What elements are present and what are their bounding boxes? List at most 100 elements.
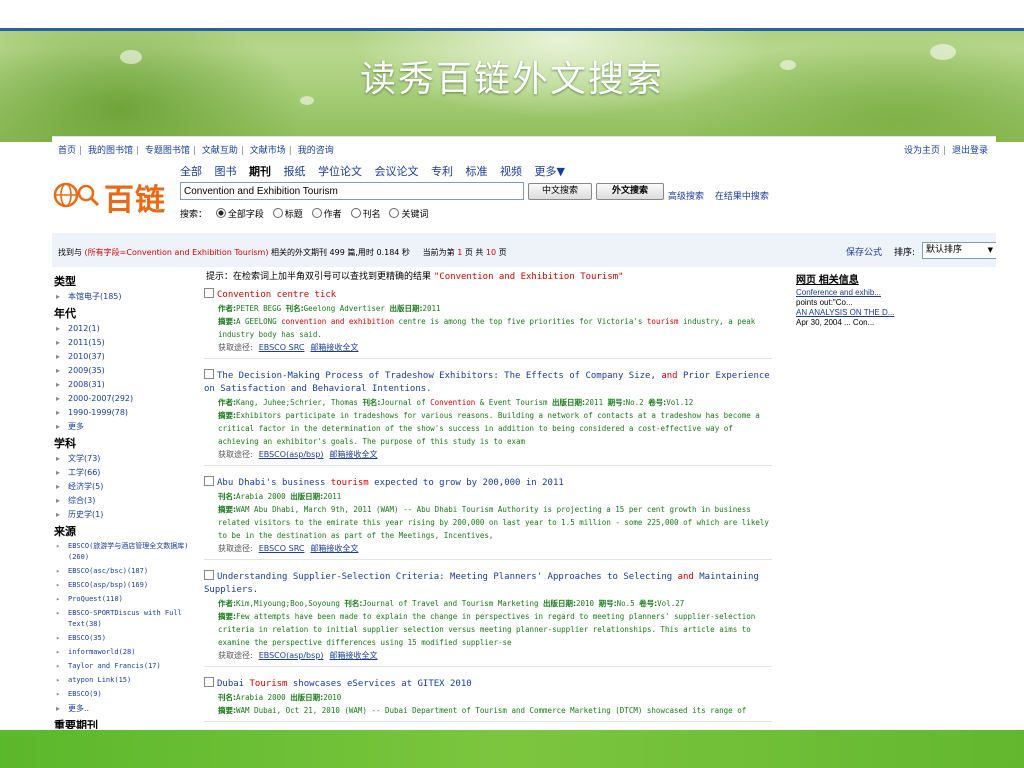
radio-label: 作者 <box>323 210 342 220</box>
radio-title[interactable] <box>272 208 283 218</box>
facet-item[interactable]: 本馆电子(185) <box>56 291 200 302</box>
radio-label: 全部字段 <box>227 210 264 220</box>
nav-link-my-library[interactable]: 我的图书馆 <box>88 146 133 156</box>
facet-item[interactable]: 2008(31) <box>56 379 200 390</box>
tab-more[interactable]: 更多▼ <box>535 165 565 178</box>
title-text: Understanding Supplier-Selection Criteri… <box>217 572 678 582</box>
date-value: 2011 <box>585 398 604 407</box>
advanced-search-link[interactable]: 高级搜索 <box>668 192 704 202</box>
radio-journal[interactable] <box>350 208 361 218</box>
source-link[interactable]: EBSCO(asp/bsp) <box>259 450 324 459</box>
search-input[interactable] <box>180 182 524 200</box>
result-checkbox[interactable] <box>204 570 214 580</box>
result-abstract: 摘要:Few attempts have been made to explai… <box>218 610 772 649</box>
result-title[interactable]: Understanding Supplier-Selection Criteri… <box>204 572 759 595</box>
facet-item[interactable]: ProQuest(110) <box>56 594 200 605</box>
logo-text: 百链 <box>104 183 166 218</box>
logout-link[interactable]: 退出登录 <box>952 146 988 156</box>
tab-patents[interactable]: 专利 <box>431 165 453 178</box>
result-checkbox[interactable] <box>204 476 214 486</box>
tab-books[interactable]: 图书 <box>215 165 237 178</box>
search-within-link[interactable]: 在结果中搜索 <box>715 192 769 202</box>
set-homepage-link[interactable]: 设为主页 <box>904 146 940 156</box>
result-checkbox[interactable] <box>204 369 214 379</box>
journal-value: Arabia 2000 <box>236 693 286 702</box>
source-link[interactable]: EBSCO SRC <box>259 343 305 352</box>
related-link[interactable]: AN ANALYSIS ON THE D... <box>796 308 962 318</box>
result-abstract: 摘要:WAM Abu Dhabi, March 9th, 2011 (WAM) … <box>218 503 772 542</box>
nav-link-doc-help[interactable]: 文献互助 <box>202 146 238 156</box>
tab-videos[interactable]: 视频 <box>500 165 522 178</box>
facet-item[interactable]: 2009(35) <box>56 365 200 376</box>
facet-item[interactable]: 工学(66) <box>56 467 200 478</box>
facet-item[interactable]: EBSCO(35) <box>56 633 200 644</box>
tab-all[interactable]: 全部 <box>180 165 202 178</box>
email-fulltext-link[interactable]: 邮箱接收全文 <box>329 651 377 660</box>
email-fulltext-link[interactable]: 邮箱接收全文 <box>310 544 358 553</box>
facet-item-more[interactable]: 更多.. <box>56 703 200 714</box>
foreign-search-button[interactable]: 外文搜索 <box>596 183 664 200</box>
result-checkbox[interactable] <box>204 288 214 298</box>
facet-sidebar: 类型 本馆电子(185) 年代 2012(1) 2011(15) 2010(37… <box>54 271 200 729</box>
date-value: 2010 <box>323 693 342 702</box>
radio-author[interactable] <box>311 208 322 218</box>
facet-item[interactable]: EBSCO-SPORTDiscus with Full Text(38) <box>56 608 200 630</box>
scope-label: 搜索： <box>180 210 208 220</box>
result-title[interactable]: Convention centre tick <box>217 290 336 300</box>
abstract-text: centre is among the top five priorities … <box>394 317 647 326</box>
related-link[interactable]: Conference and exhib... <box>796 288 962 298</box>
tab-standards[interactable]: 标准 <box>466 165 488 178</box>
related-header[interactable]: 网页 相关信息 <box>796 271 962 286</box>
title-highlight: Tourism <box>249 679 288 689</box>
result-title[interactable]: Abu Dhabi's business tourism expected to… <box>217 478 564 488</box>
facet-item[interactable]: 2000-2007(292) <box>56 393 200 404</box>
tab-conference[interactable]: 会议论文 <box>375 165 419 178</box>
search-scope: 搜索： 全部字段 标题 作者 刊名 关键词 <box>180 207 428 220</box>
facet-item[interactable]: 历史学(1) <box>56 509 200 520</box>
radio-keyword[interactable] <box>389 208 400 218</box>
result-title[interactable]: The Decision-Making Process of Tradeshow… <box>204 371 770 394</box>
access-label: 获取途径: <box>218 544 253 553</box>
facet-item[interactable]: 2012(1) <box>56 323 200 334</box>
chinese-search-button[interactable]: 中文搜索 <box>528 183 592 200</box>
nav-link-topic-library[interactable]: 专题图书馆 <box>145 146 190 156</box>
facet-item[interactable]: 经济学(5) <box>56 481 200 492</box>
tab-journals[interactable]: 期刊 <box>249 165 271 178</box>
title-text: expected to grow by 200,000 in 2011 <box>368 478 564 488</box>
facet-item[interactable]: 综合(3) <box>56 495 200 506</box>
facet-item[interactable]: atypon Link(15) <box>56 675 200 686</box>
issue-label: 期号: <box>607 398 626 407</box>
facet-item[interactable]: 2010(37) <box>56 351 200 362</box>
sort-select[interactable]: 默认排序 <box>922 242 996 259</box>
nav-link-my-consult[interactable]: 我的咨询 <box>298 146 334 156</box>
facet-header-type: 类型 <box>54 275 76 288</box>
facet-item[interactable]: 文学(73) <box>56 453 200 464</box>
abstract-label: 摘要: <box>218 505 236 514</box>
result-checkbox[interactable] <box>204 677 214 687</box>
source-link[interactable]: EBSCO SRC <box>259 544 305 553</box>
facet-item[interactable]: 2011(15) <box>56 337 200 348</box>
facet-item[interactable]: 1990-1999(78) <box>56 407 200 418</box>
save-formula-link[interactable]: 保存公式 <box>846 245 882 258</box>
facet-item[interactable]: EBSCO(asc/bsc)(187) <box>56 566 200 577</box>
facet-item[interactable]: EBSCO(asp/bsp)(169) <box>56 580 200 591</box>
summary-mid: 相关的外文期刊 <box>271 248 327 257</box>
tab-newspapers[interactable]: 报纸 <box>284 165 306 178</box>
facet-item[interactable]: Taylor and Francis(17) <box>56 661 200 672</box>
result-summary: 找到与 (所有字段=Convention and Exhibition Tour… <box>58 247 507 258</box>
facet-item[interactable]: informaworld(28) <box>56 647 200 658</box>
journal-label: 刊名: <box>344 599 363 608</box>
source-link[interactable]: EBSCO(asp/bsp) <box>259 651 324 660</box>
nav-link-home[interactable]: 首页 <box>58 146 76 156</box>
email-fulltext-link[interactable]: 邮箱接收全文 <box>310 343 358 352</box>
tab-theses[interactable]: 学位论文 <box>318 165 362 178</box>
email-fulltext-link[interactable]: 邮箱接收全文 <box>329 450 377 459</box>
facet-item-more[interactable]: 更多 <box>56 421 200 432</box>
radio-all-fields[interactable] <box>215 208 226 218</box>
facet-item[interactable]: EBSCO(9) <box>56 689 200 700</box>
facet-item[interactable]: EBSCO(旅游学与酒店管理全文数据库)(260) <box>56 541 200 563</box>
journal-label: 刊名: <box>218 693 236 702</box>
nav-link-doc-market[interactable]: 文献市场 <box>250 146 286 156</box>
abstract-highlight: tourism <box>646 317 679 326</box>
result-title[interactable]: Dubai Tourism showcases eServices at GIT… <box>217 679 472 689</box>
